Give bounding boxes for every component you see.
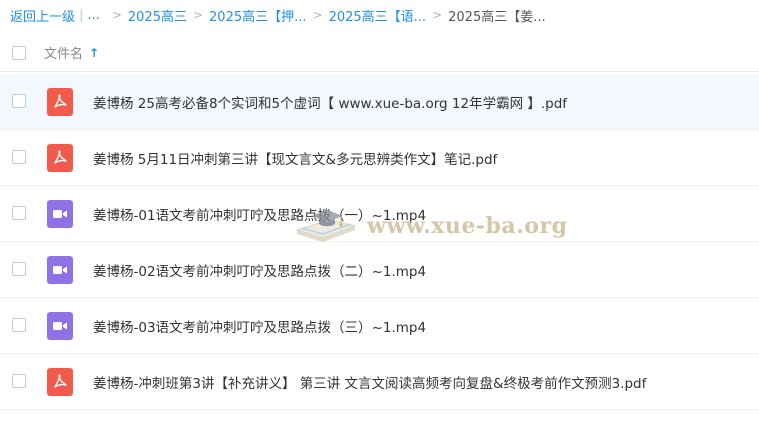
file-checkbox[interactable] [12, 318, 26, 332]
pdf-icon [47, 88, 73, 116]
column-filename-header[interactable]: 文件名 ↑ [44, 43, 99, 63]
sort-ascending-icon[interactable]: ↑ [89, 46, 99, 60]
back-link[interactable]: 返回上一级 [10, 6, 75, 25]
breadcrumb-arrow-icon: > [312, 8, 323, 22]
file-checkbox[interactable] [12, 206, 26, 220]
file-list-header: 文件名 ↑ [0, 34, 759, 72]
select-all-checkbox[interactable] [12, 45, 26, 60]
file-row[interactable]: 姜博杨-02语文考前冲刺叮咛及思路点拨（二）~1.mp4 [0, 242, 759, 298]
file-row[interactable]: 姜博杨 25高考必备8个实词和5个虚词【 www.xue-ba.org 12年学… [0, 74, 759, 130]
file-name[interactable]: 姜博杨-01语文考前冲刺叮咛及思路点拨（一）~1.mp4 [93, 204, 426, 224]
file-name[interactable]: 姜博杨-冲刺班第3讲【补充讲义】 第三讲 文言文阅读高频考向复盘&终极考前作文预… [93, 372, 646, 392]
file-row[interactable]: 姜博杨 5月11日冲刺第三讲【现文言文&多元思辨类作文】笔记.pdf [0, 130, 759, 186]
breadcrumb-arrow-icon: > [432, 8, 443, 22]
file-checkbox[interactable] [12, 94, 26, 108]
breadcrumb-ellipsis[interactable]: ... [87, 8, 99, 23]
file-list: 姜博杨 25高考必备8个实词和5个虚词【 www.xue-ba.org 12年学… [0, 74, 759, 410]
file-row[interactable]: 姜博杨-冲刺班第3讲【补充讲义】 第三讲 文言文阅读高频考向复盘&终极考前作文预… [0, 354, 759, 410]
column-filename-label: 文件名 [44, 47, 84, 62]
breadcrumb-current: 2025高三【姜... [448, 9, 546, 25]
pdf-icon [47, 368, 73, 396]
file-name[interactable]: 姜博杨-02语文考前冲刺叮咛及思路点拨（二）~1.mp4 [93, 260, 426, 280]
breadcrumb-arrow-icon: > [192, 8, 204, 22]
breadcrumb-item-3[interactable]: 2025高三【语... [329, 6, 426, 25]
breadcrumb-separator: | [79, 7, 84, 23]
file-checkbox[interactable] [12, 150, 26, 164]
pdf-icon [47, 144, 73, 172]
breadcrumb: 返回上一级 | ... > 2025高三 > 2025高三【押... > 202… [10, 4, 546, 26]
video-icon [47, 312, 73, 340]
file-checkbox[interactable] [12, 262, 26, 276]
file-row[interactable]: 姜博杨-03语文考前冲刺叮咛及思路点拨（三）~1.mp4 [0, 298, 759, 354]
breadcrumb-arrow-icon: > [111, 8, 122, 22]
file-name[interactable]: 姜博杨 25高考必备8个实词和5个虚词【 www.xue-ba.org 12年学… [93, 92, 567, 112]
file-name[interactable]: 姜博杨 5月11日冲刺第三讲【现文言文&多元思辨类作文】笔记.pdf [93, 148, 497, 168]
file-row[interactable]: 姜博杨-01语文考前冲刺叮咛及思路点拨（一）~1.mp4 [0, 186, 759, 242]
video-icon [47, 256, 73, 284]
video-icon [47, 200, 73, 228]
file-name[interactable]: 姜博杨-03语文考前冲刺叮咛及思路点拨（三）~1.mp4 [93, 316, 426, 336]
breadcrumb-item-2[interactable]: 2025高三【押... [209, 6, 306, 25]
breadcrumb-item-1[interactable]: 2025高三 [128, 6, 187, 25]
file-checkbox[interactable] [12, 374, 26, 388]
